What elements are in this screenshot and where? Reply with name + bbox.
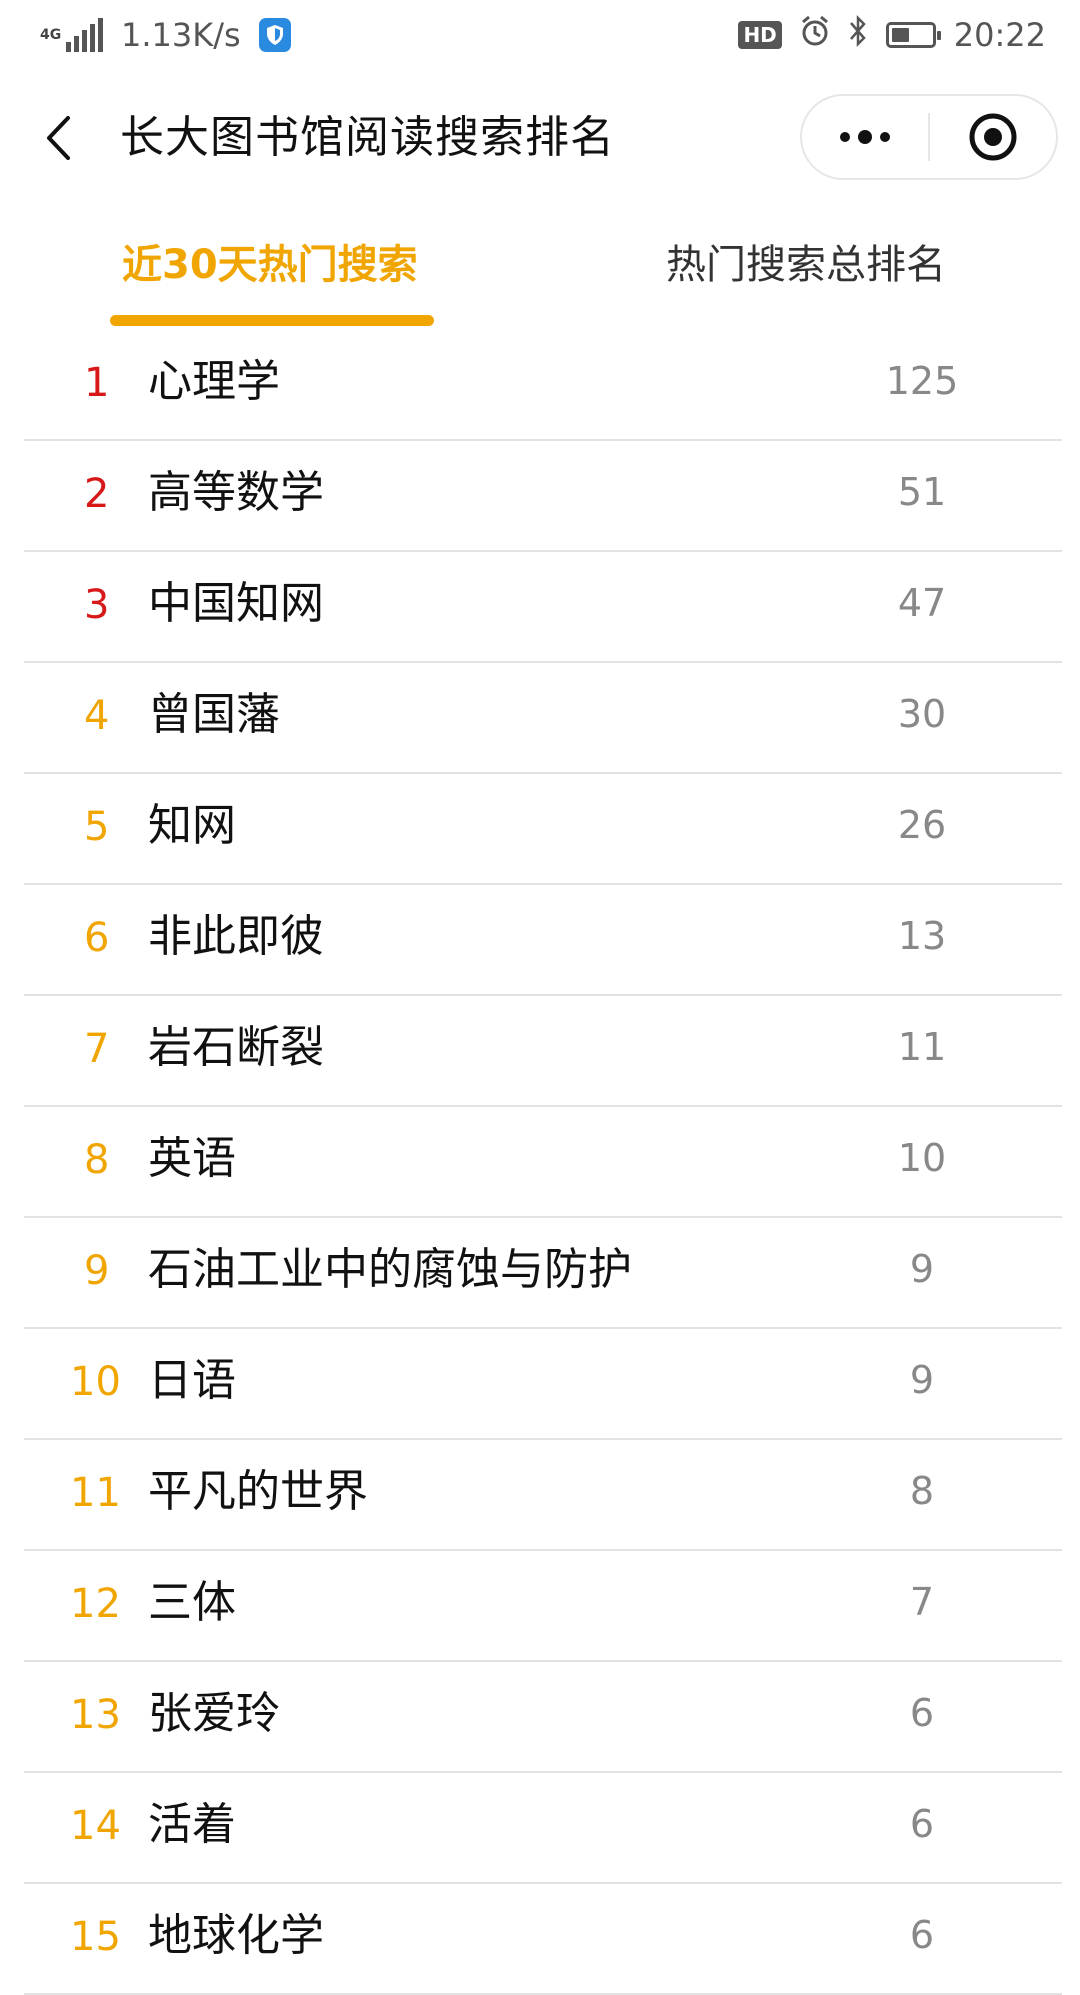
- search-term: 中国知网: [148, 578, 324, 629]
- navigation-header: 长大图书馆阅读搜索排名: [0, 70, 1080, 205]
- search-term: 高等数学: [148, 467, 324, 518]
- search-term: 英语: [148, 1133, 236, 1184]
- search-term: 三体: [148, 1577, 236, 1628]
- back-button[interactable]: [38, 110, 78, 166]
- status-bar: 4G 1.13K/s HD 20:22: [0, 0, 1080, 70]
- search-term: 活着: [148, 1799, 236, 1850]
- target-close-icon: [969, 113, 1017, 161]
- clock-time: 20:22: [953, 16, 1046, 54]
- battery-icon: [885, 22, 941, 48]
- search-count: 30: [897, 692, 947, 736]
- rank-number: 11: [70, 1470, 121, 1516]
- tab-bar: 近30天热门搜索 热门搜索总排名: [0, 205, 1080, 330]
- list-item[interactable]: 1 心理学 125: [24, 330, 1062, 441]
- search-count: 11: [897, 1025, 947, 1069]
- list-item[interactable]: 8 英语 10: [24, 1107, 1062, 1218]
- list-item[interactable]: 15 地球化学 6: [24, 1884, 1062, 1995]
- list-item[interactable]: 10 日语 9: [24, 1329, 1062, 1440]
- search-term: 知网: [148, 800, 236, 851]
- search-term: 岩石断裂: [148, 1022, 324, 1073]
- chevron-left-icon: [47, 116, 70, 160]
- search-count: 7: [909, 1580, 935, 1624]
- more-button[interactable]: [802, 96, 928, 178]
- search-term: 平凡的世界: [148, 1466, 368, 1517]
- search-count: 10: [897, 1136, 947, 1180]
- list-item[interactable]: 12 三体 7: [24, 1551, 1062, 1662]
- rank-number: 10: [70, 1359, 121, 1405]
- bluetooth-icon: [848, 14, 868, 56]
- network-type: 4G: [40, 27, 62, 43]
- active-tab-indicator: [110, 315, 434, 326]
- search-count: 47: [897, 581, 947, 625]
- search-count: 6: [909, 1691, 935, 1735]
- list-item[interactable]: 11 平凡的世界 8: [24, 1440, 1062, 1551]
- close-button[interactable]: [930, 96, 1056, 178]
- tab-recent-30-days[interactable]: 近30天热门搜索: [122, 237, 418, 293]
- search-term: 心理学: [148, 356, 280, 407]
- more-dots-icon: [840, 130, 890, 144]
- status-bar-right: HD 20:22: [738, 14, 1046, 56]
- search-count: 6: [909, 1913, 935, 1957]
- search-term: 曾国藩: [148, 689, 280, 740]
- rank-number: 13: [70, 1692, 121, 1738]
- list-item[interactable]: 5 知网 26: [24, 774, 1062, 885]
- network-speed: 1.13K/s: [121, 16, 241, 54]
- list-item[interactable]: 13 张爱玲 6: [24, 1662, 1062, 1773]
- shield-app-icon: [258, 18, 291, 52]
- signal-bars: [66, 18, 103, 52]
- search-count: 51: [897, 470, 947, 514]
- search-term: 非此即彼: [148, 911, 324, 962]
- list-item[interactable]: 3 中国知网 47: [24, 552, 1062, 663]
- signal-icon: 4G: [40, 18, 103, 52]
- page-title: 长大图书馆阅读搜索排名: [120, 112, 615, 163]
- search-term: 地球化学: [148, 1910, 324, 1961]
- tab-all-time-ranking[interactable]: 热门搜索总排名: [666, 237, 946, 293]
- ranking-list: 1 心理学 125 2 高等数学 51 3 中国知网 47 4 曾国藩 30 5 知网 26 6 非此即彼 13 7…: [24, 330, 1062, 1995]
- search-term: 日语: [148, 1355, 236, 1406]
- search-count: 9: [909, 1247, 935, 1291]
- list-item[interactable]: 2 高等数学 51: [24, 441, 1062, 552]
- alarm-icon: [800, 15, 830, 55]
- status-bar-left: 4G 1.13K/s: [40, 16, 291, 54]
- search-count: 6: [909, 1802, 935, 1846]
- list-item[interactable]: 4 曾国藩 30: [24, 663, 1062, 774]
- search-count: 8: [909, 1469, 935, 1513]
- list-item[interactable]: 9 石油工业中的腐蚀与防护 9: [24, 1218, 1062, 1329]
- battery-level: [891, 28, 909, 42]
- search-term: 石油工业中的腐蚀与防护: [148, 1244, 632, 1295]
- list-item[interactable]: 7 岩石断裂 11: [24, 996, 1062, 1107]
- search-count: 26: [897, 803, 947, 847]
- list-item[interactable]: 14 活着 6: [24, 1773, 1062, 1884]
- list-item[interactable]: 6 非此即彼 13: [24, 885, 1062, 996]
- search-count: 9: [909, 1358, 935, 1402]
- search-count: 125: [885, 359, 959, 403]
- rank-number: 14: [70, 1803, 121, 1849]
- hd-icon: HD: [738, 21, 782, 49]
- search-term: 张爱玲: [148, 1688, 280, 1739]
- rank-number: 12: [70, 1581, 121, 1627]
- search-count: 13: [897, 914, 947, 958]
- mini-program-capsule: [800, 94, 1058, 180]
